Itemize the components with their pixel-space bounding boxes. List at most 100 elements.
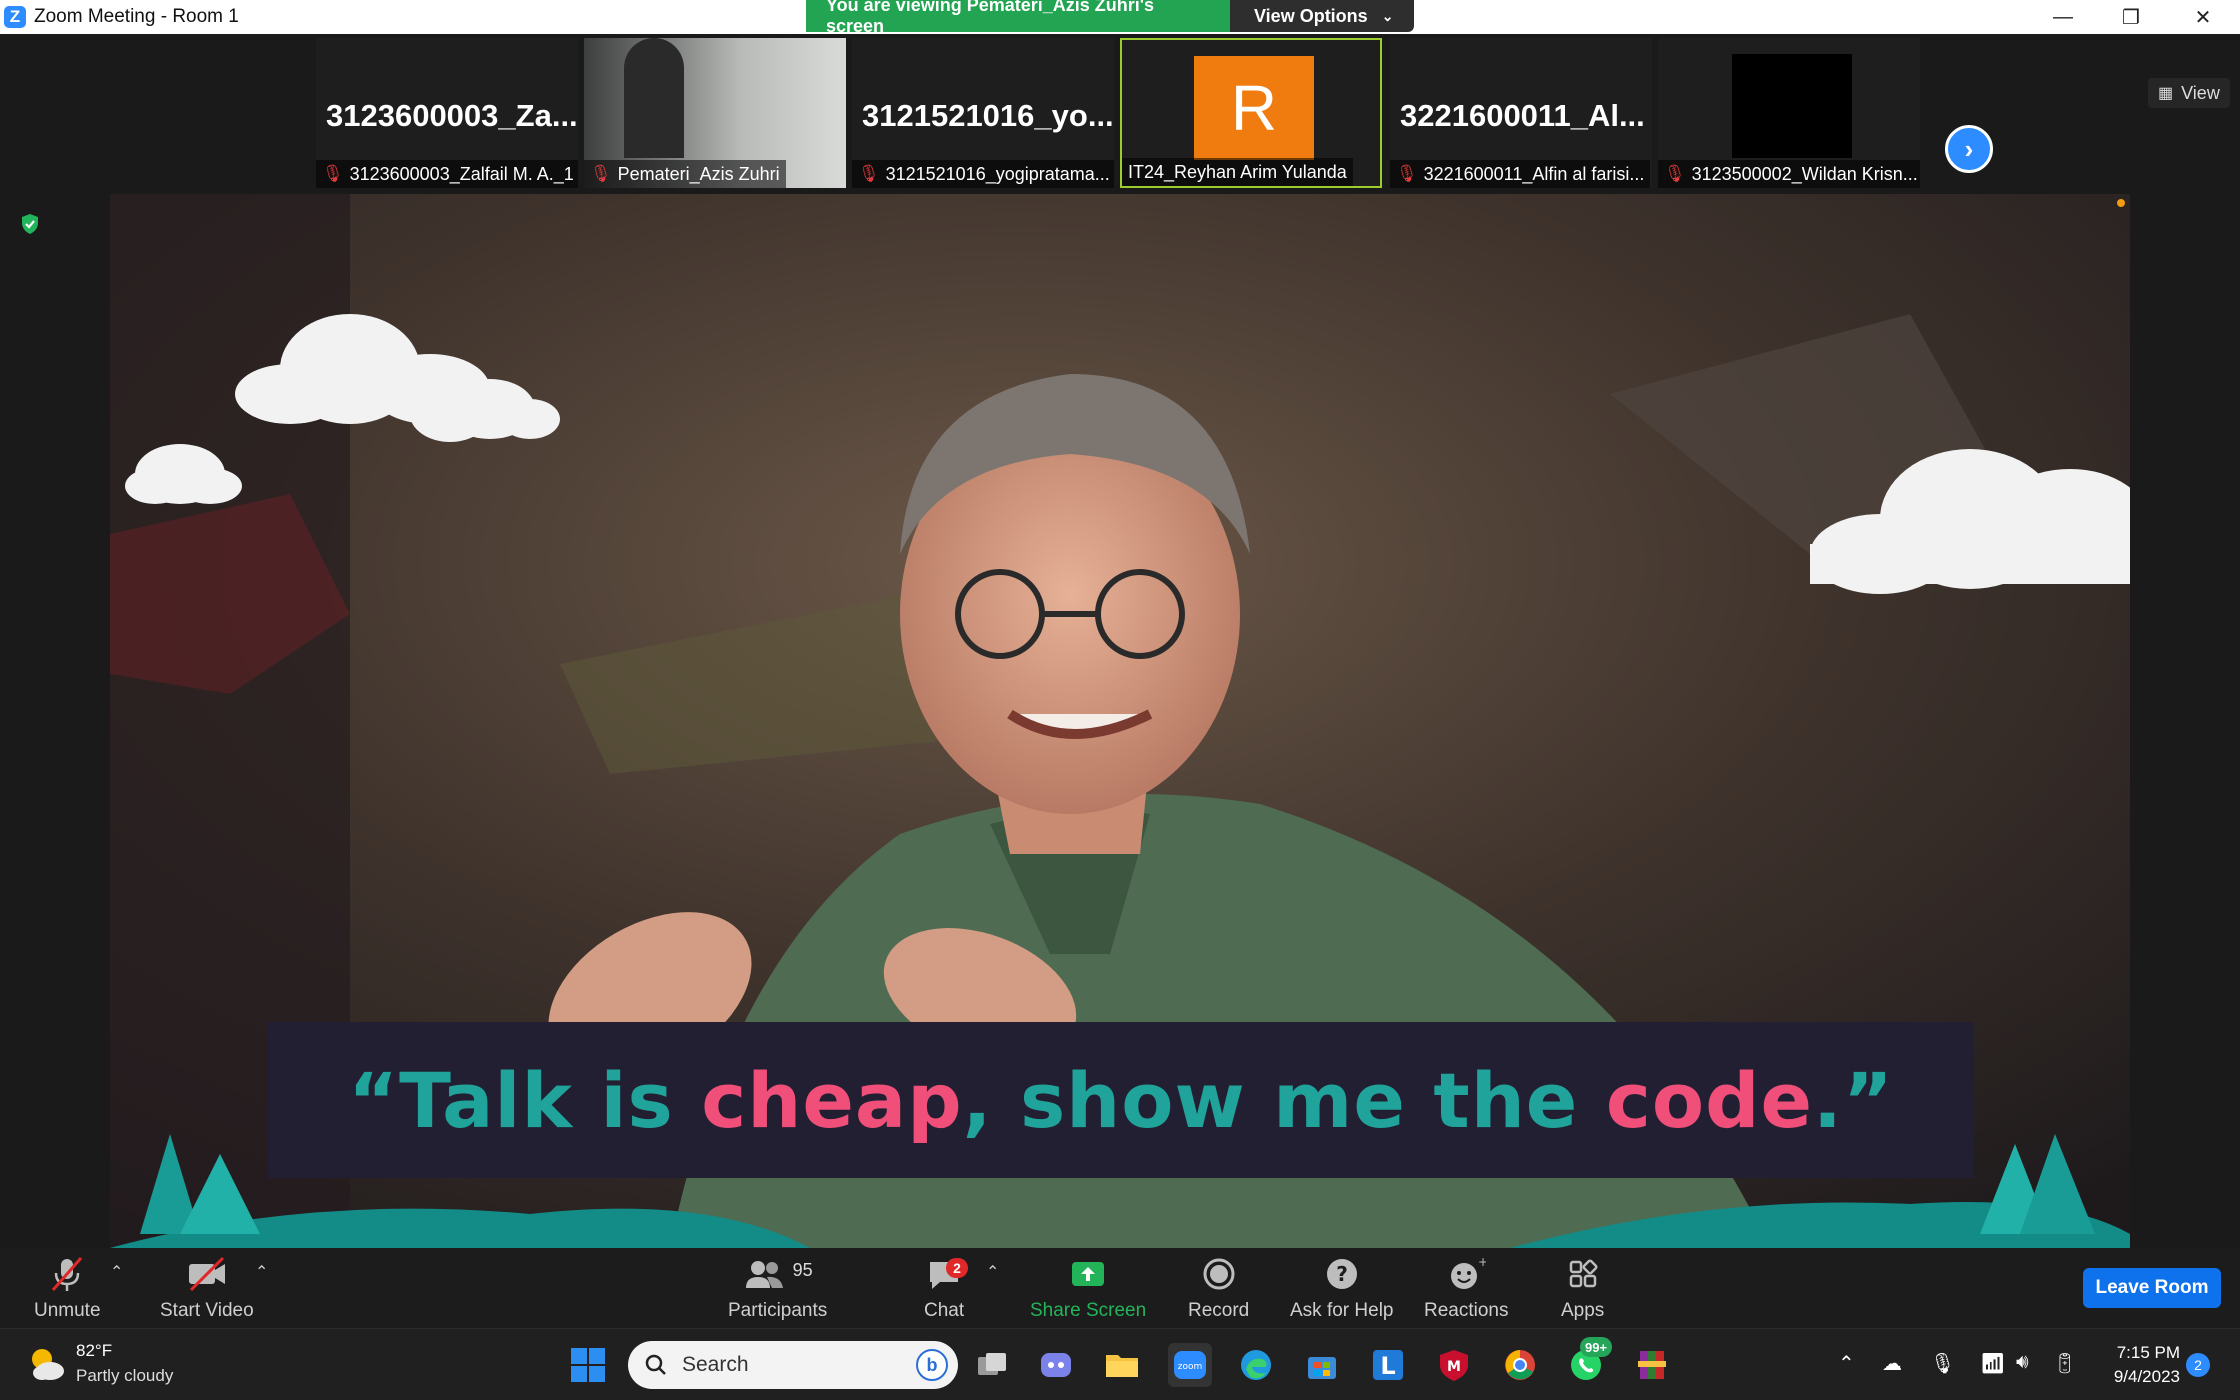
taskbar: 82°F Partly cloudy Search b zoom L M 99+…: [0, 1328, 2240, 1400]
taskbar-clock[interactable]: 7:15 PM 9/4/2023: [2090, 1341, 2180, 1389]
chat-badge: 2: [946, 1258, 968, 1278]
participants-label: Participants: [728, 1300, 828, 1321]
task-view-button[interactable]: [970, 1343, 1014, 1387]
whatsapp-badge: 99+: [1580, 1337, 1613, 1357]
taskbar-search[interactable]: Search b: [628, 1341, 958, 1389]
view-button[interactable]: ▦ View: [2148, 78, 2230, 108]
mcafee-app[interactable]: M: [1432, 1343, 1476, 1387]
svg-text:L: L: [1380, 1352, 1395, 1380]
onedrive-icon[interactable]: ☁: [1882, 1351, 1902, 1376]
viewing-label: You are viewing Pemateri_Azis Zuhri's sc…: [806, 0, 1230, 36]
participant-tile[interactable]: 3121521016_yo... 🎙︎ 3121521016_yogipratam…: [852, 38, 1114, 188]
next-page-button[interactable]: ›: [1945, 125, 1993, 173]
help-icon: ?: [1326, 1259, 1357, 1289]
avatar: R: [1194, 56, 1314, 160]
view-options-button[interactable]: View Options ⌄: [1230, 0, 1414, 32]
start-button[interactable]: [566, 1343, 610, 1387]
volume-icon[interactable]: 🔊︎: [2016, 1351, 2029, 1374]
wifi-icon[interactable]: 📶︎: [1980, 1351, 2005, 1376]
participant-strip: 3123600003_Za... 🎙︎ 3123600003_Zalfail M.…: [0, 34, 2240, 190]
teams-app[interactable]: [1034, 1343, 1078, 1387]
reactions-button[interactable]: + Reactions: [1424, 1254, 1509, 1322]
zoom-app[interactable]: zoom: [1168, 1343, 1212, 1387]
clock-time: 7:15 PM: [2116, 1343, 2180, 1362]
participants-button[interactable]: 95 Participants: [728, 1254, 827, 1322]
window-title: Zoom Meeting - Room 1: [34, 6, 239, 27]
video-options-caret[interactable]: ⌃: [255, 1262, 268, 1282]
mic-off-icon: 🎙︎: [1396, 164, 1418, 183]
weather-temperature[interactable]: 82°F: [76, 1341, 112, 1361]
grid-icon: ▦: [2158, 85, 2174, 102]
view-label: View: [2181, 82, 2220, 103]
quote-text: “Talk is cheap, show me the code.”: [348, 1056, 1894, 1145]
chat-button[interactable]: Chat 2: [924, 1254, 968, 1322]
ask-for-help-button[interactable]: ? Ask for Help: [1290, 1254, 1393, 1322]
record-label: Record: [1188, 1300, 1250, 1321]
participant-tile[interactable]: 🎙︎ 3123500002_Wildan Krisn...: [1658, 38, 1920, 188]
apps-button[interactable]: Apps: [1561, 1254, 1604, 1322]
store-icon: [1308, 1357, 1336, 1379]
audio-options-caret[interactable]: ⌃: [110, 1262, 123, 1282]
l-app-icon: L: [1373, 1350, 1403, 1380]
winrar-app[interactable]: [1630, 1343, 1674, 1387]
quote-highlight: code: [1605, 1055, 1814, 1145]
participant-name: 3221600011_Alfin al farisi...: [1423, 163, 1645, 184]
share-screen-icon: [1072, 1262, 1105, 1286]
show-hidden-icons-button[interactable]: ⌃: [1838, 1351, 1855, 1376]
restore-button[interactable]: ❐: [2098, 0, 2164, 34]
participant-video-black: [1732, 54, 1852, 158]
mic-in-use-icon[interactable]: 🎙︎: [1930, 1351, 1955, 1376]
mic-muted-icon: [52, 1257, 83, 1291]
bing-icon[interactable]: b: [916, 1349, 948, 1381]
quote-part: “Talk is: [348, 1055, 702, 1145]
leave-room-button[interactable]: Leave Room: [2083, 1268, 2221, 1308]
apps-icon: [1569, 1259, 1598, 1288]
chat-options-caret[interactable]: ⌃: [986, 1262, 999, 1282]
ask-for-help-label: Ask for Help: [1290, 1300, 1394, 1321]
shield-icon[interactable]: [18, 212, 42, 236]
start-video-label: Start Video: [160, 1300, 254, 1321]
l-app[interactable]: L: [1366, 1343, 1410, 1387]
share-screen-button[interactable]: Share Screen: [1030, 1254, 1146, 1322]
chrome-app[interactable]: [1498, 1343, 1542, 1387]
reactions-label: Reactions: [1424, 1300, 1509, 1321]
svg-text:M: M: [1447, 1359, 1461, 1375]
zoom-logo-icon: Z: [4, 6, 26, 28]
partly-cloudy-icon[interactable]: [26, 1343, 68, 1385]
mic-off-icon: 🎙︎: [858, 164, 880, 183]
participant-name: 3123500002_Wildan Krisn...: [1691, 163, 1918, 184]
chrome-icon: [1505, 1350, 1535, 1380]
participant-tile[interactable]: 3221600011_Al... 🎙︎ 3221600011_Alfin al f…: [1390, 38, 1652, 188]
participant-label: 🎙︎ Pemateri_Azis Zuhri: [584, 160, 786, 188]
weather-description[interactable]: Partly cloudy: [76, 1366, 173, 1386]
mic-off-icon: 🎙︎: [590, 164, 612, 183]
edge-app[interactable]: [1234, 1343, 1278, 1387]
minimize-button[interactable]: —: [2030, 0, 2096, 34]
quote-highlight: cheap: [701, 1055, 963, 1145]
participant-name-large: 3121521016_yo...: [862, 98, 1114, 133]
windows-start-icon: [571, 1348, 605, 1382]
chevron-down-icon: ⌄: [1381, 7, 1394, 24]
participant-video-figure: [624, 38, 684, 158]
participant-name: Pemateri_Azis Zuhri: [617, 163, 780, 184]
svg-text:+: +: [1478, 1255, 1486, 1269]
unmute-button[interactable]: Unmute: [34, 1254, 101, 1322]
mic-off-icon: 🎙︎: [322, 164, 344, 183]
close-button[interactable]: ✕: [2170, 0, 2236, 34]
battery-icon[interactable]: 🔋︎: [2052, 1351, 2077, 1376]
store-app[interactable]: [1300, 1343, 1344, 1387]
participant-tile[interactable]: 🎙︎ Pemateri_Azis Zuhri: [584, 38, 846, 188]
file-explorer-app[interactable]: [1100, 1343, 1144, 1387]
participants-count: 95: [792, 1260, 813, 1280]
start-video-button[interactable]: Start Video: [160, 1254, 254, 1322]
unmute-label: Unmute: [34, 1300, 101, 1321]
participant-tile[interactable]: 3123600003_Za... 🎙︎ 3123600003_Zalfail M.…: [316, 38, 578, 188]
notification-badge[interactable]: 2: [2186, 1353, 2210, 1377]
participant-tile-active[interactable]: R IT24_Reyhan Arim Yulanda: [1120, 38, 1382, 188]
participants-icon: [745, 1261, 783, 1288]
zoom-icon: zoom: [1174, 1351, 1206, 1379]
record-button[interactable]: Record: [1188, 1254, 1249, 1322]
participant-name: IT24_Reyhan Arim Yulanda: [1128, 161, 1347, 182]
svg-text:?: ?: [1336, 1262, 1348, 1286]
shared-screen: “Talk is cheap, show me the code.”: [110, 194, 2130, 1248]
